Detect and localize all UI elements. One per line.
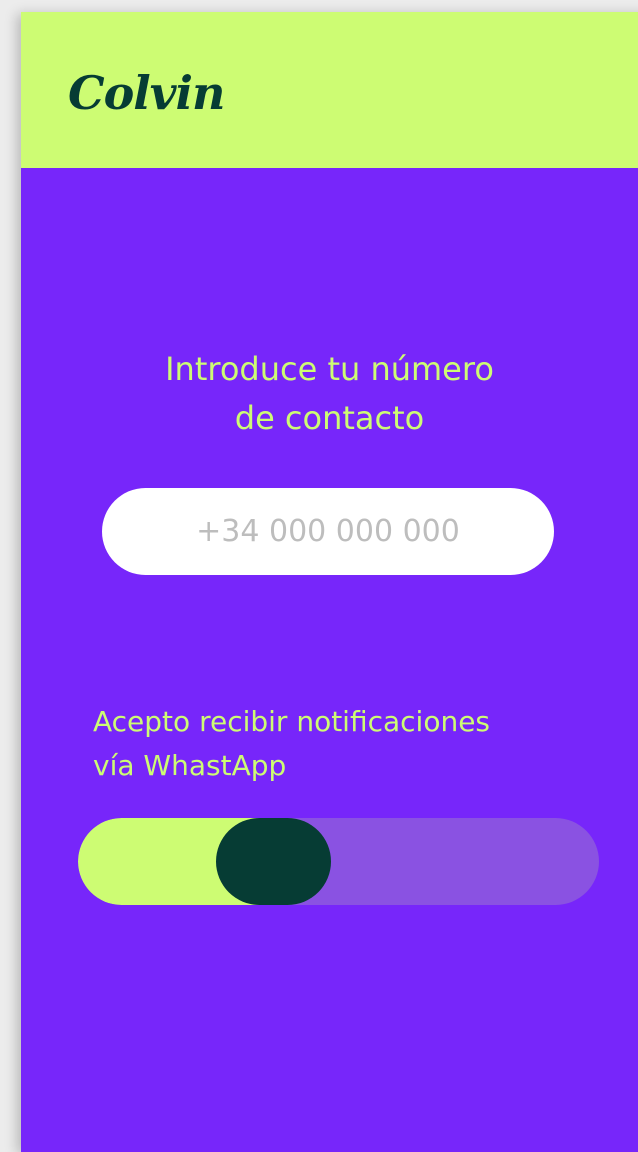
toggle-knob[interactable]: [216, 818, 331, 905]
header: Colvin: [21, 12, 638, 168]
app-screen: Colvin Introduce tu número de contacto A…: [21, 12, 638, 1152]
page-title-line-1: Introduce tu número: [165, 350, 494, 388]
consent-label-line-2: vía WhastApp: [93, 749, 287, 782]
whatsapp-consent-label: Acepto recibir notificaciones vía WhastA…: [93, 700, 613, 788]
brand-logo: Colvin: [68, 66, 225, 120]
whatsapp-consent-toggle[interactable]: [78, 818, 599, 905]
phone-number-input[interactable]: [102, 488, 554, 575]
page-title-line-2: de contacto: [234, 399, 425, 437]
consent-label-line-1: Acepto recibir notificaciones: [93, 705, 491, 738]
page-title: Introduce tu número de contacto: [21, 345, 638, 443]
